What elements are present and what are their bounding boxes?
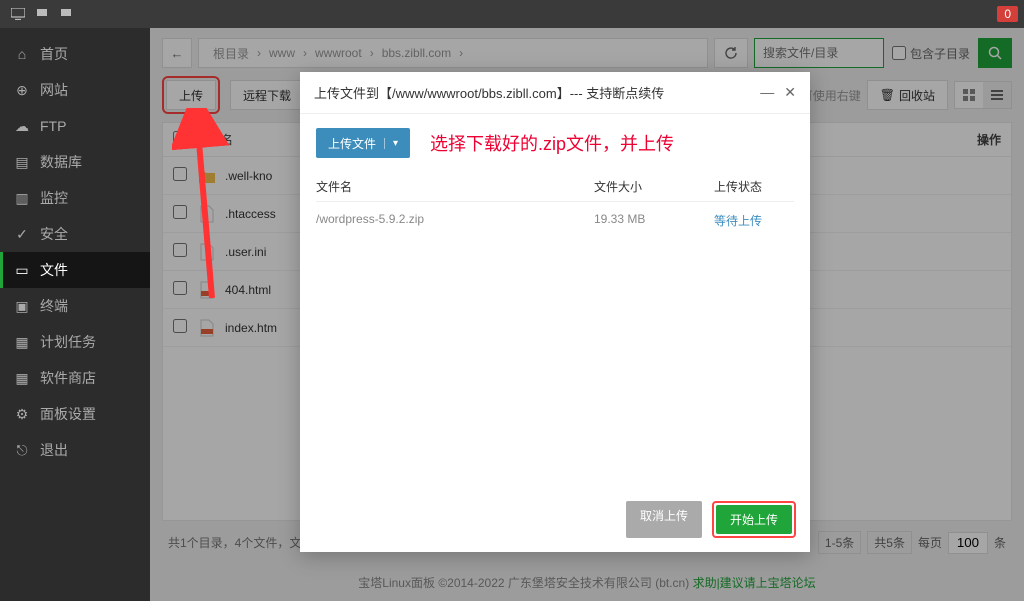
sidebar-item-label: 网站 bbox=[40, 80, 68, 100]
sidebar-item-logout[interactable]: ⎋ 退出 bbox=[0, 432, 150, 468]
queue-head-size: 文件大小 bbox=[594, 178, 714, 195]
sidebar-item-security[interactable]: ✓ 安全 bbox=[0, 216, 150, 252]
gear-icon: ⚙ bbox=[14, 406, 30, 423]
monitor-icon bbox=[6, 5, 30, 23]
sidebar-item-label: FTP bbox=[40, 118, 66, 134]
sidebar-item-cron[interactable]: ▦ 计划任务 bbox=[0, 324, 150, 360]
queue-file-name: /wordpress-5.9.2.zip bbox=[316, 212, 594, 229]
globe-icon: ⊕ bbox=[14, 82, 30, 99]
sidebar-item-label: 文件 bbox=[40, 260, 68, 280]
sidebar-item-label: 退出 bbox=[40, 440, 68, 460]
tab-indicator-icon bbox=[54, 5, 78, 23]
sidebar-item-label: 首页 bbox=[40, 44, 68, 64]
minimize-button[interactable]: — bbox=[760, 84, 774, 101]
tab-indicator-icon bbox=[30, 5, 54, 23]
queue-file-status: 等待上传 bbox=[714, 212, 794, 229]
sidebar-item-label: 面板设置 bbox=[40, 404, 96, 424]
sidebar-item-label: 终端 bbox=[40, 296, 68, 316]
notification-badge[interactable]: 0 bbox=[997, 6, 1018, 22]
sidebar-item-site[interactable]: ⊕ 网站 bbox=[0, 72, 150, 108]
annotation-text: 选择下载好的.zip文件，并上传 bbox=[430, 130, 674, 156]
database-icon: ▤ bbox=[14, 154, 30, 171]
queue-head-name: 文件名 bbox=[316, 178, 594, 195]
grid-icon: ▦ bbox=[14, 370, 30, 387]
sidebar-item-label: 软件商店 bbox=[40, 368, 96, 388]
sidebar-item-db[interactable]: ▤ 数据库 bbox=[0, 144, 150, 180]
terminal-icon: ▣ bbox=[14, 298, 30, 315]
sidebar: ⌂首页 ⊕网站 ☁FTP ▤数据库 ▥监控 ✓安全 ▭文件 ▣终端 ▦计划任务 … bbox=[0, 28, 150, 601]
calendar-icon: ▦ bbox=[14, 334, 30, 351]
cancel-upload-button[interactable]: 取消上传 bbox=[626, 501, 702, 538]
chart-icon: ▥ bbox=[14, 190, 30, 207]
queue-row: /wordpress-5.9.2.zip 19.33 MB 等待上传 bbox=[316, 202, 794, 239]
folder-icon: ▭ bbox=[14, 262, 30, 279]
sidebar-item-home[interactable]: ⌂ 首页 bbox=[0, 36, 150, 72]
sidebar-item-label: 数据库 bbox=[40, 152, 82, 172]
queue-file-size: 19.33 MB bbox=[594, 212, 714, 229]
sidebar-item-store[interactable]: ▦ 软件商店 bbox=[0, 360, 150, 396]
choose-file-button[interactable]: 上传文件 ▾ bbox=[316, 128, 410, 158]
caret-down-icon[interactable]: ▾ bbox=[384, 138, 398, 149]
sidebar-item-settings[interactable]: ⚙ 面板设置 bbox=[0, 396, 150, 432]
home-icon: ⌂ bbox=[14, 46, 30, 62]
queue-header: 文件名 文件大小 上传状态 bbox=[316, 172, 794, 202]
sidebar-item-terminal[interactable]: ▣ 终端 bbox=[0, 288, 150, 324]
titlebar: 0 bbox=[0, 0, 1024, 28]
start-upload-button[interactable]: 开始上传 bbox=[716, 505, 792, 534]
shield-icon: ✓ bbox=[14, 226, 30, 243]
upload-modal: 上传文件到【/www/wwwroot/bbs.zibll.com】--- 支持断… bbox=[300, 72, 810, 552]
logout-icon: ⎋ bbox=[14, 442, 30, 459]
sidebar-item-ftp[interactable]: ☁ FTP bbox=[0, 108, 150, 144]
close-button[interactable]: ✕ bbox=[784, 84, 796, 101]
sidebar-item-label: 监控 bbox=[40, 188, 68, 208]
sidebar-item-monitor[interactable]: ▥ 监控 bbox=[0, 180, 150, 216]
modal-title: 上传文件到【/www/wwwroot/bbs.zibll.com】--- 支持断… bbox=[314, 83, 664, 102]
cloud-icon: ☁ bbox=[14, 118, 30, 135]
sidebar-item-label: 计划任务 bbox=[40, 332, 96, 352]
sidebar-item-files[interactable]: ▭ 文件 bbox=[0, 252, 150, 288]
queue-head-status: 上传状态 bbox=[714, 178, 794, 195]
sidebar-item-label: 安全 bbox=[40, 224, 68, 244]
